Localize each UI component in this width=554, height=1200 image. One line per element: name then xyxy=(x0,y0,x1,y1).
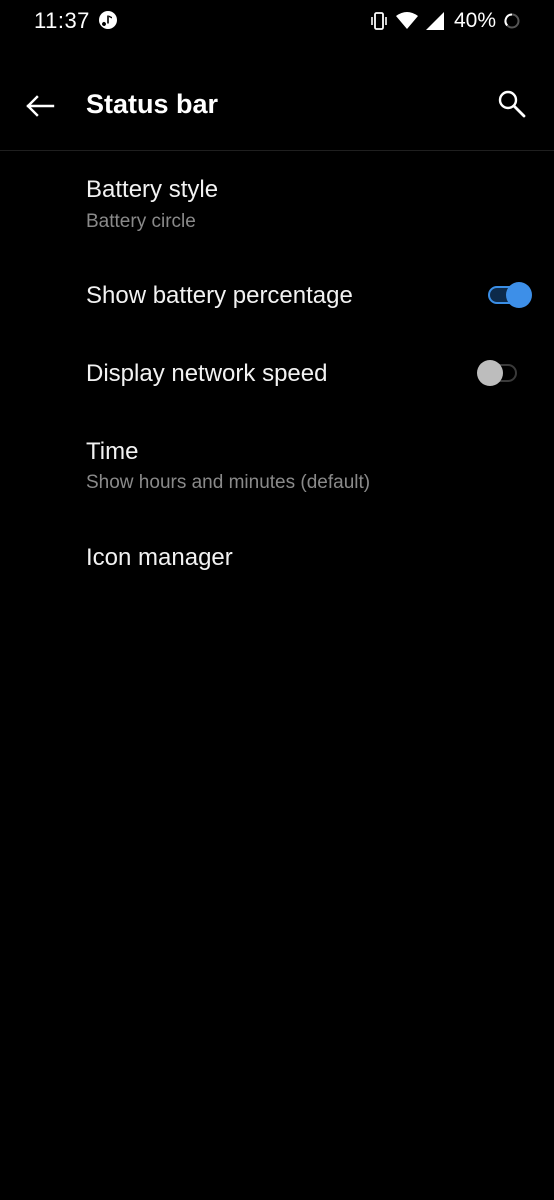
setting-battery-style[interactable]: Battery style Battery circle xyxy=(0,160,554,250)
setting-icon-manager[interactable]: Icon manager xyxy=(0,522,554,594)
status-icons: 40% xyxy=(370,8,520,34)
page-title: Status bar xyxy=(86,89,219,119)
toggle-thumb xyxy=(477,360,503,386)
battery-circle-icon xyxy=(504,13,520,29)
vibrate-icon xyxy=(371,12,387,30)
setting-display-network-speed[interactable]: Display network speed xyxy=(0,338,554,410)
clock: 11:37 xyxy=(34,8,90,33)
setting-show-battery-percentage[interactable]: Show battery percentage xyxy=(0,260,554,332)
search-button[interactable] xyxy=(492,84,532,124)
setting-summary: Battery circle xyxy=(86,211,196,232)
setting-summary: Show hours and minutes (default) xyxy=(86,472,371,493)
setting-title: Time xyxy=(86,438,139,465)
battery-percentage: 40% xyxy=(453,9,496,32)
back-arrow-icon xyxy=(26,95,55,117)
network-speed-toggle[interactable] xyxy=(477,359,523,387)
setting-title: Icon manager xyxy=(86,544,233,571)
setting-title: Battery style xyxy=(86,176,219,203)
setting-title: Show battery percentage xyxy=(86,282,353,309)
search-icon xyxy=(498,90,526,118)
app-bar: Status bar xyxy=(0,62,554,150)
setting-title: Display network speed xyxy=(86,360,328,387)
back-button[interactable] xyxy=(20,86,60,126)
cell-signal-icon xyxy=(425,12,444,30)
music-note-icon xyxy=(99,11,117,29)
system-status-bar: 11:37 40% xyxy=(0,0,554,44)
battery-percentage-toggle[interactable] xyxy=(486,281,532,309)
setting-time[interactable]: Time Show hours and minutes (default) xyxy=(0,420,554,510)
app-bar-divider xyxy=(0,150,554,151)
toggle-thumb xyxy=(506,282,532,308)
wifi-icon xyxy=(395,12,418,29)
